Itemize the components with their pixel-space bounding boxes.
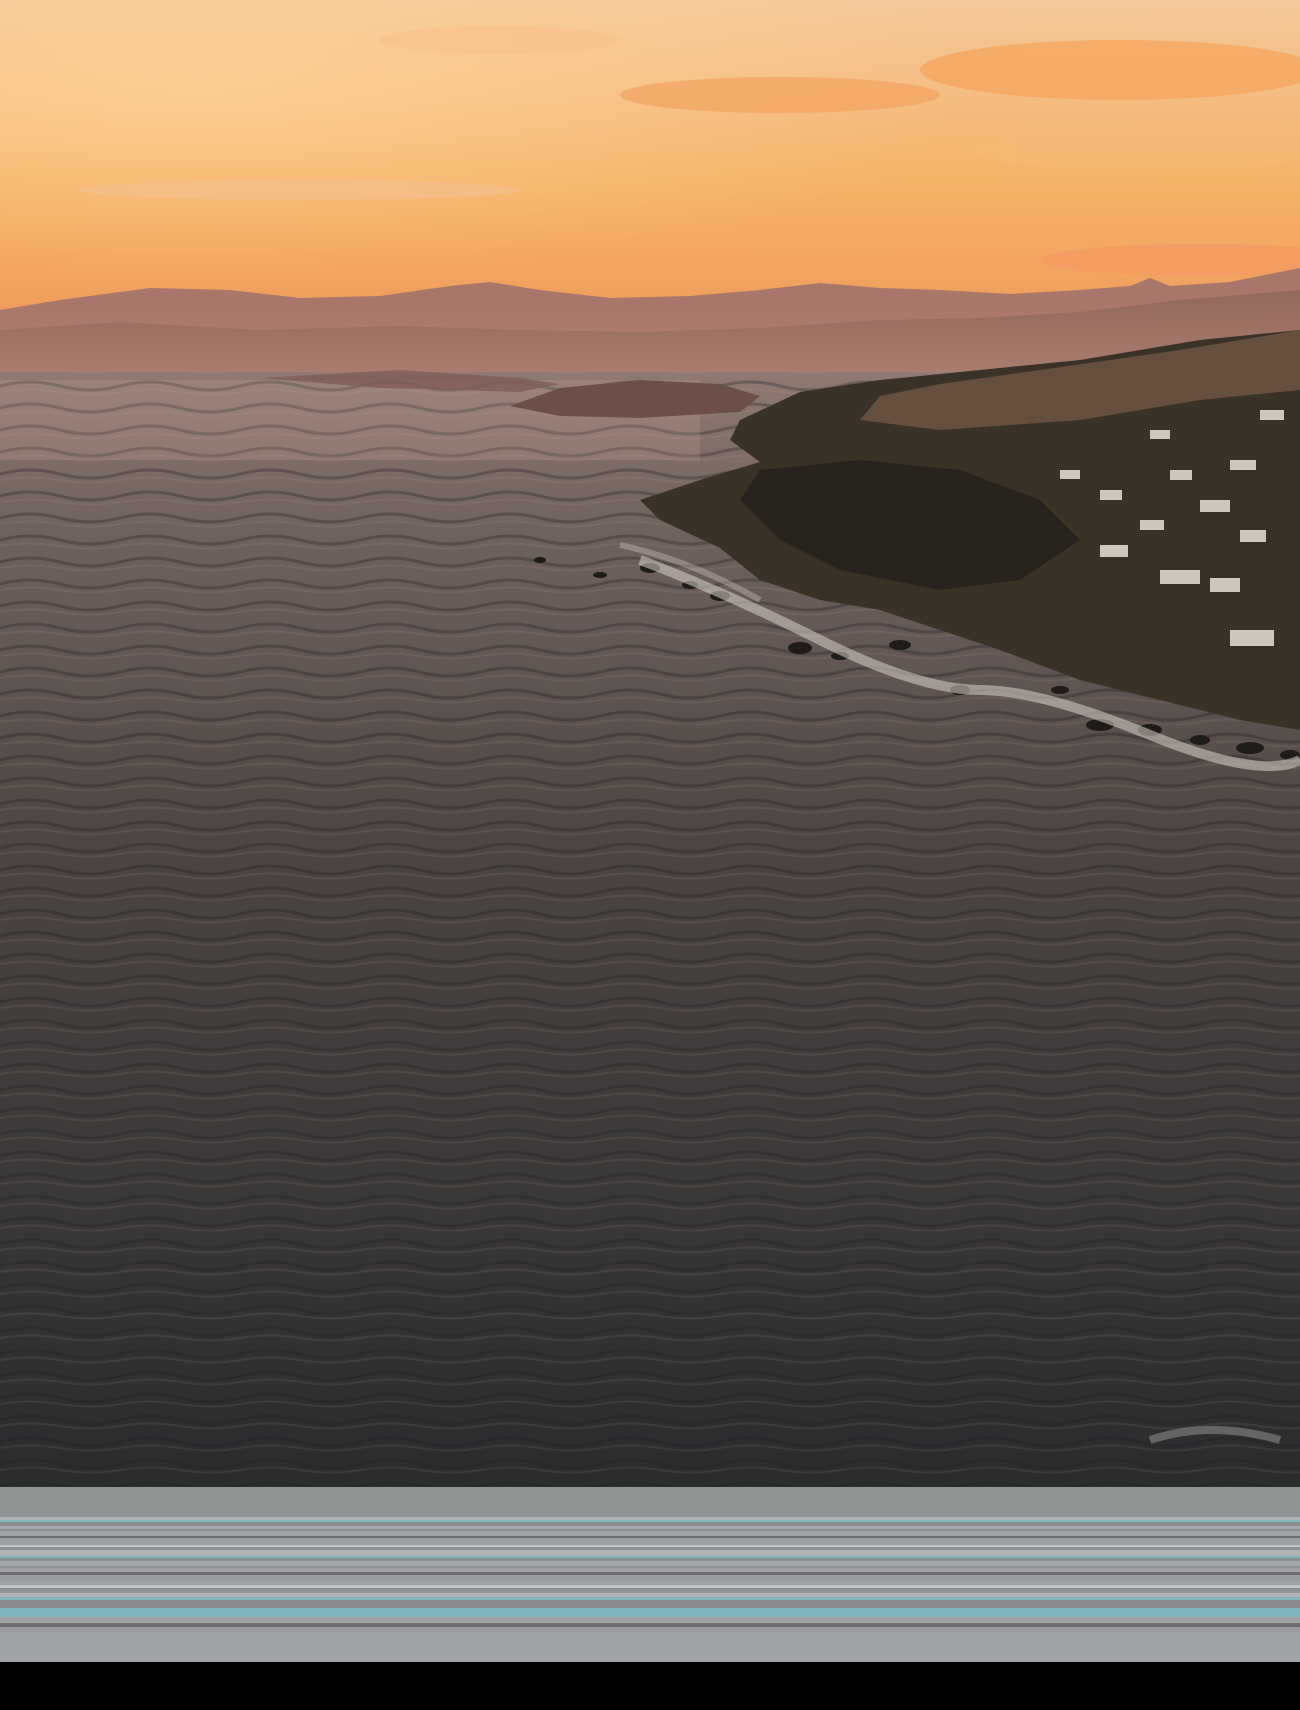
glitch-stripe bbox=[0, 1608, 1300, 1612]
glitch-stripe bbox=[0, 1536, 1300, 1538]
glitch-stripe bbox=[0, 1547, 1300, 1550]
glitch-stripe bbox=[0, 1561, 1300, 1566]
glitch-stripe bbox=[0, 1550, 1300, 1556]
glitch-stripe bbox=[0, 1558, 1300, 1561]
coastline-sunset-image bbox=[0, 0, 1300, 1487]
glitch-stripe bbox=[0, 1568, 1300, 1572]
glitch-stripe bbox=[0, 1575, 1300, 1581]
glitch-stripe bbox=[0, 1588, 1300, 1593]
landscape-photo bbox=[0, 0, 1300, 1487]
glitch-stripes bbox=[0, 1487, 1300, 1662]
glitch-stripe bbox=[0, 1623, 1300, 1627]
glitch-stripe bbox=[0, 1597, 1300, 1600]
glitch-stripe bbox=[0, 1612, 1300, 1617]
glitch-stripe bbox=[0, 1566, 1300, 1568]
glitch-stripe bbox=[0, 1487, 1300, 1517]
glitch-stripe bbox=[0, 1556, 1300, 1558]
corrupted-image-band bbox=[0, 1487, 1300, 1662]
glitch-stripe bbox=[0, 1529, 1300, 1531]
glitch-stripe bbox=[0, 1617, 1300, 1623]
glitch-stripe bbox=[0, 1600, 1300, 1608]
glitch-stripe bbox=[0, 1545, 1300, 1547]
glitch-stripe bbox=[0, 1526, 1300, 1529]
glitch-stripe bbox=[0, 1581, 1300, 1585]
bottom-black-bar bbox=[0, 1662, 1300, 1710]
glitch-stripe bbox=[0, 1517, 1300, 1520]
glitch-stripe bbox=[0, 1522, 1300, 1526]
glitch-stripe bbox=[0, 1531, 1300, 1536]
glitch-stripe bbox=[0, 1585, 1300, 1588]
glitch-stripe bbox=[0, 1572, 1300, 1575]
glitch-stripe bbox=[0, 1593, 1300, 1597]
glitch-stripe bbox=[0, 1541, 1300, 1545]
glitch-stripe bbox=[0, 1538, 1300, 1541]
glitch-stripe bbox=[0, 1632, 1300, 1662]
glitch-stripe bbox=[0, 1520, 1300, 1522]
glitch-stripe bbox=[0, 1627, 1300, 1632]
